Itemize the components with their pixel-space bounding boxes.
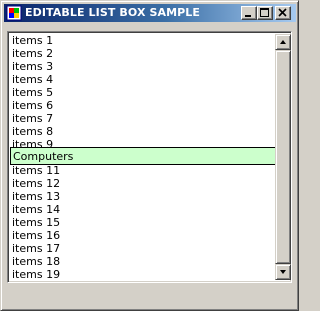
- list-item[interactable]: items 15: [10, 216, 273, 229]
- list-item[interactable]: items 8: [10, 125, 273, 138]
- list-item[interactable]: items 19: [10, 268, 273, 280]
- window-title: EDITABLE LIST BOX SAMPLE: [25, 6, 201, 19]
- maximize-icon: [260, 8, 269, 17]
- vertical-scrollbar[interactable]: [275, 34, 291, 280]
- list-item[interactable]: items 14: [10, 203, 273, 216]
- scroll-thumb[interactable]: [275, 50, 291, 264]
- arrow-up-icon: [280, 40, 286, 44]
- editable-list-box[interactable]: items 1 items 2 items 3 items 4 items 5 items…: [7, 31, 292, 283]
- list-item-edit-field[interactable]: [10, 147, 277, 165]
- list-item[interactable]: items 16: [10, 229, 273, 242]
- list-item[interactable]: items 4: [10, 73, 273, 86]
- close-icon: [278, 8, 287, 17]
- list-item[interactable]: items 13: [10, 190, 273, 203]
- title-bar[interactable]: EDITABLE LIST BOX SAMPLE: [4, 4, 296, 22]
- list-item[interactable]: items 2: [10, 47, 273, 60]
- scroll-down-button[interactable]: [275, 264, 291, 280]
- list-item[interactable]: items 7: [10, 112, 273, 125]
- list-item[interactable]: items 1: [10, 34, 273, 47]
- close-button[interactable]: [275, 6, 291, 20]
- minimize-button[interactable]: [241, 6, 257, 20]
- maximize-button[interactable]: [257, 6, 273, 20]
- list-item[interactable]: items 11: [10, 164, 273, 177]
- scroll-up-button[interactable]: [275, 34, 291, 50]
- app-window: EDITABLE LIST BOX SAMPLE items 1 items 2i…: [0, 0, 299, 311]
- list-item[interactable]: items 12: [10, 177, 273, 190]
- arrow-down-icon: [280, 270, 286, 274]
- list-item[interactable]: items 3: [10, 60, 273, 73]
- list-item[interactable]: items 17: [10, 242, 273, 255]
- list-item[interactable]: items 6: [10, 99, 273, 112]
- list-item[interactable]: items 18: [10, 255, 273, 268]
- minimize-icon: [245, 15, 251, 17]
- app-icon[interactable]: [6, 5, 22, 21]
- list-item[interactable]: items 5: [10, 86, 273, 99]
